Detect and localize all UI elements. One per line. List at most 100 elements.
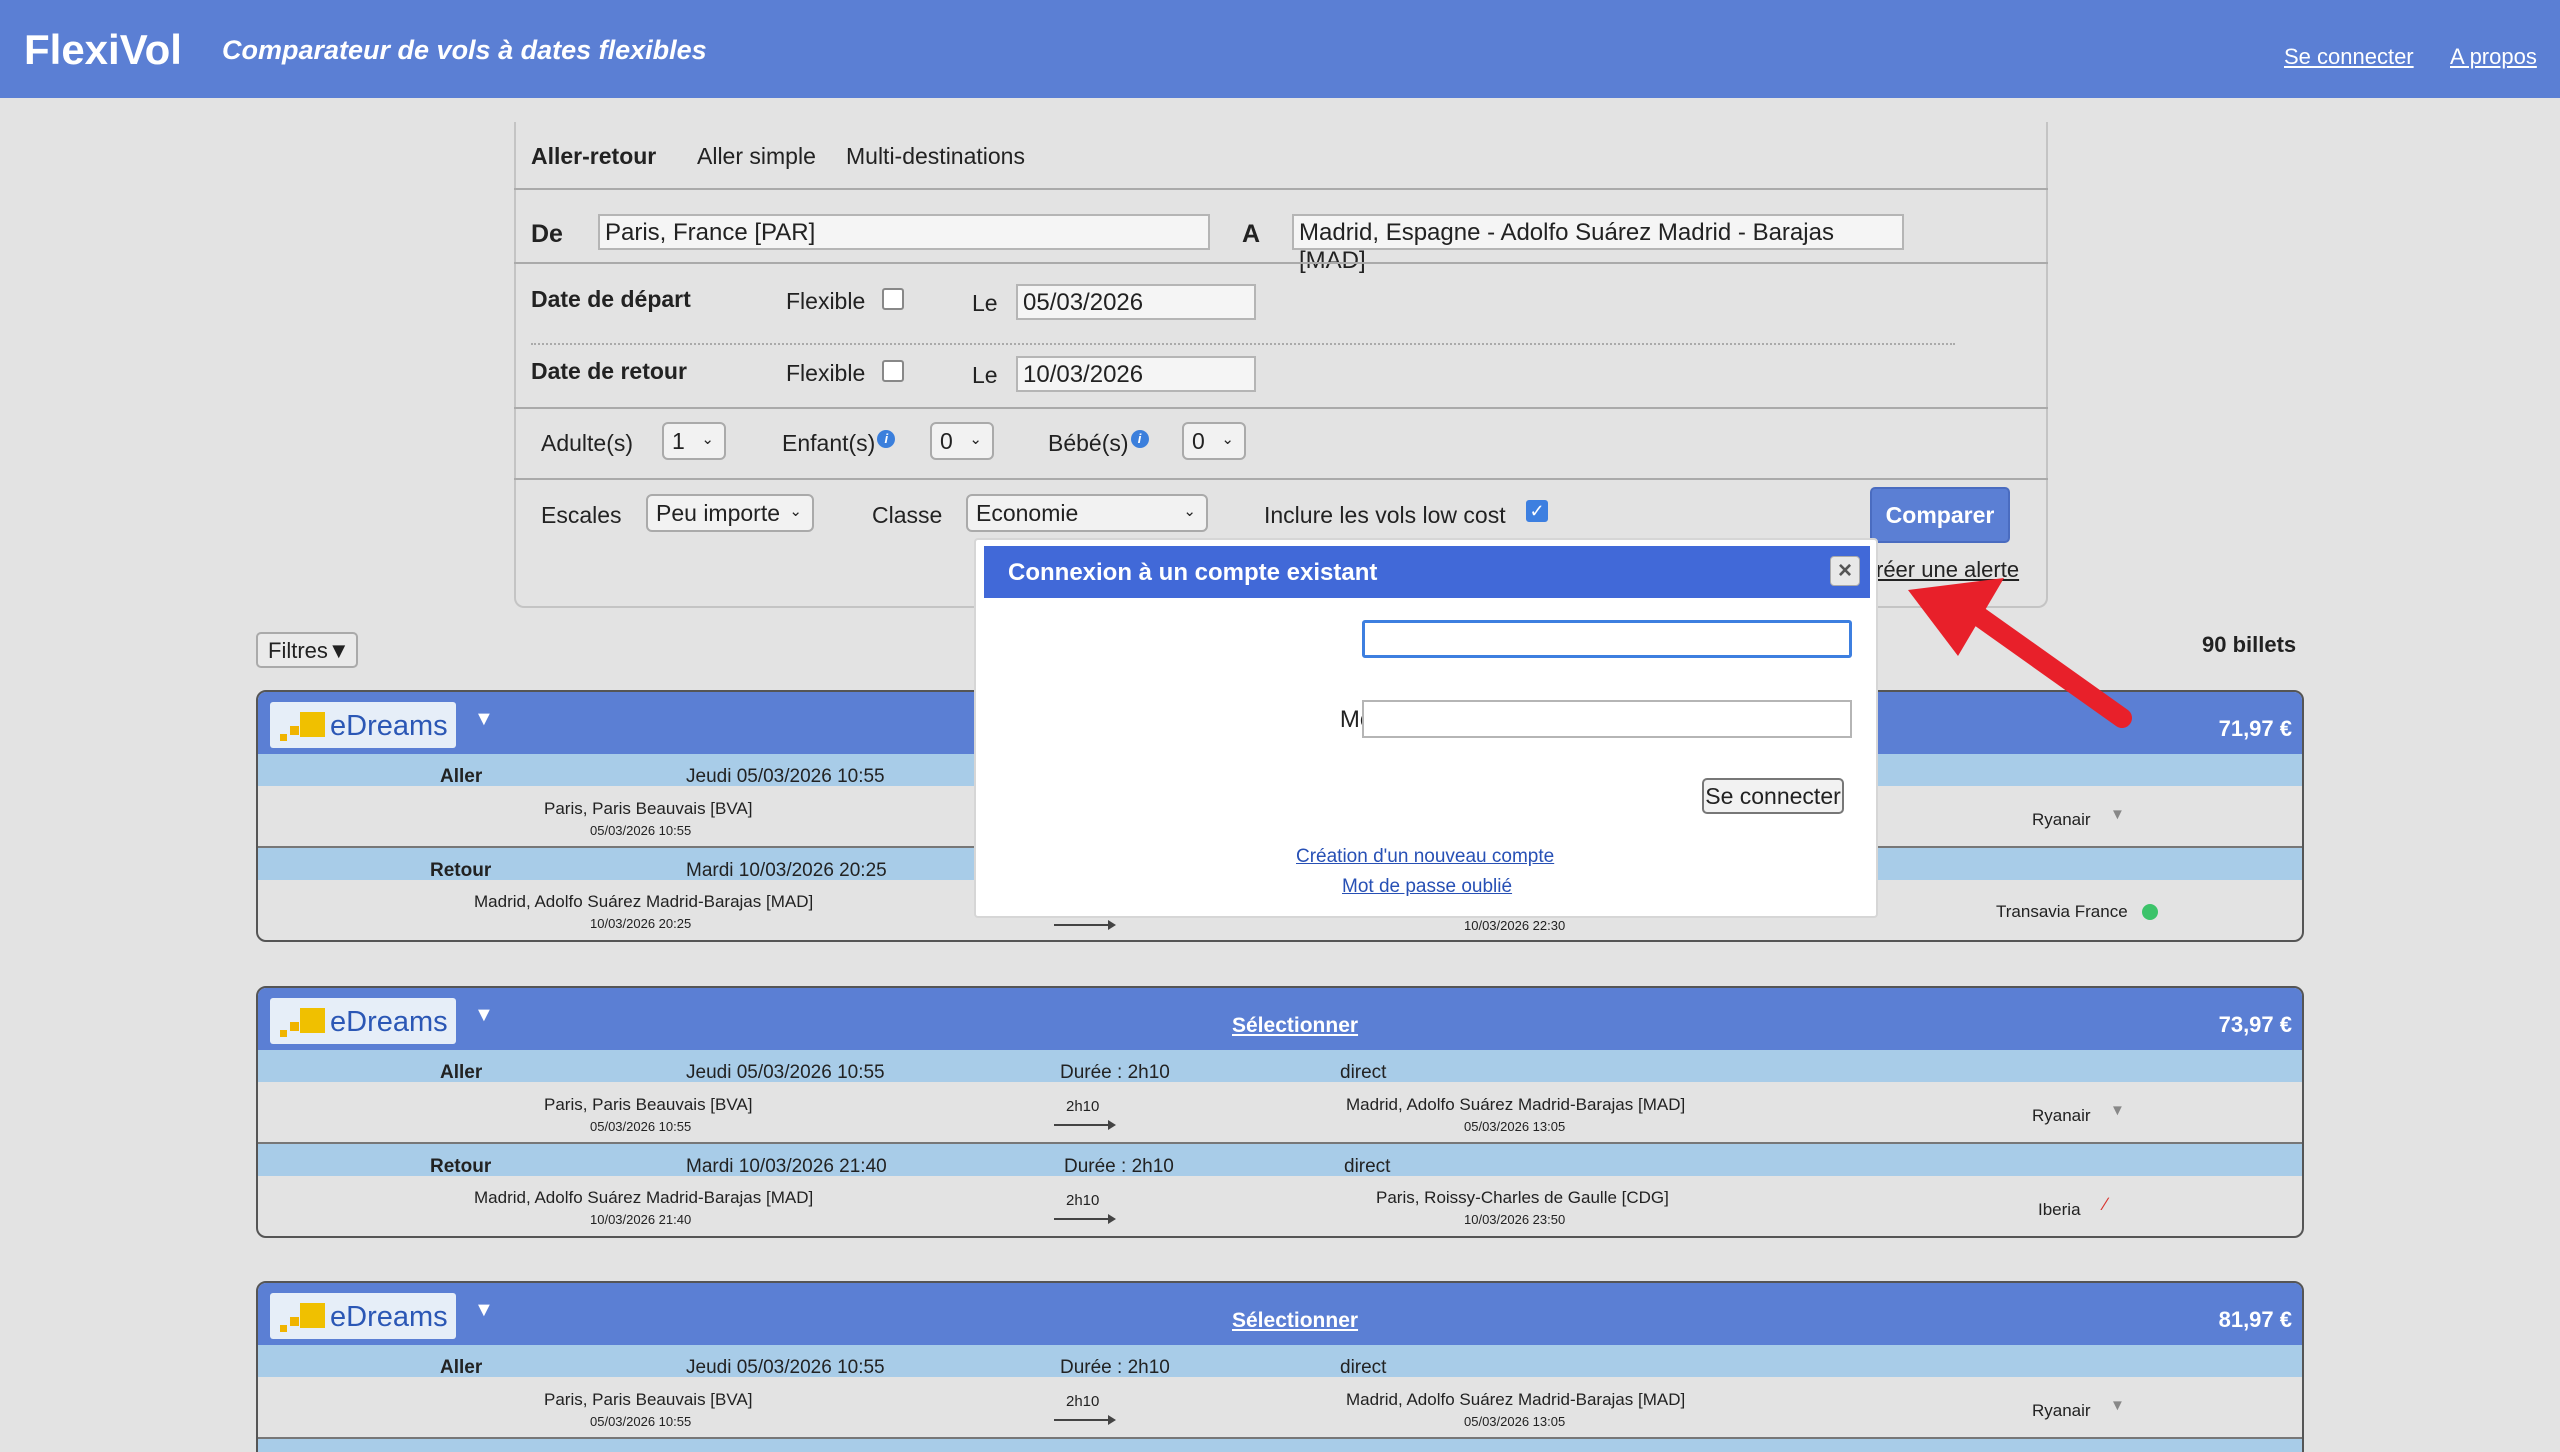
- airline-logo-icon: [2142, 904, 2158, 920]
- from-input[interactable]: Paris, France [PAR]: [598, 214, 1210, 250]
- return-to-time: 10/03/2026 22:30: [1464, 918, 1566, 933]
- flight-arrow-icon: [1054, 1120, 1116, 1130]
- price: 81,97 €: [2218, 1307, 2292, 1332]
- chevron-down-icon: ⌄: [1183, 503, 1196, 520]
- return-from-time: 10/03/2026 21:40: [590, 1212, 692, 1227]
- outbound-date: Jeudi 05/03/2026 10:55: [686, 766, 885, 787]
- divider: [514, 407, 2048, 409]
- flight-card: eDreams ▼ Sélectionner 73,97 € Aller Jeu…: [256, 986, 2304, 1238]
- site-logo[interactable]: FlexiVol: [24, 26, 182, 74]
- outbound-duration: Durée : 2h10: [1060, 1062, 1170, 1083]
- outbound-segment: [258, 1345, 2302, 1377]
- login-dialog: Connexion à un compte existant × e-Mail …: [974, 538, 1878, 918]
- class-select[interactable]: Economie ⌄: [966, 494, 1208, 532]
- login-link[interactable]: Se connecter: [2284, 44, 2414, 70]
- provider-name: eDreams: [330, 710, 448, 742]
- return-flexible-checkbox[interactable]: [882, 360, 904, 382]
- return-type: direct: [1344, 1156, 1391, 1177]
- babies-label: Bébé(s) i: [1048, 430, 1149, 457]
- outbound-airline: Ryanair: [2032, 1401, 2091, 1420]
- outbound-duration: Durée : 2h10: [1060, 1357, 1170, 1378]
- babies-value: 0: [1192, 428, 1205, 454]
- outbound-date: Jeudi 05/03/2026 10:55: [686, 1062, 885, 1083]
- tab-round-trip[interactable]: Aller-retour: [531, 143, 656, 170]
- outbound-to-time: 05/03/2026 13:05: [1464, 1119, 1566, 1134]
- children-value: 0: [940, 428, 953, 454]
- outbound-from: Paris, Paris Beauvais [BVA]: [544, 1390, 753, 1409]
- provider-logo[interactable]: eDreams: [270, 998, 456, 1044]
- return-duration: Durée : 2h10: [1064, 1156, 1174, 1177]
- chevron-down-icon: ⌄: [969, 431, 982, 448]
- flight-card: eDreams ▼ Sélectionner 81,97 € Aller Jeu…: [256, 1281, 2304, 1452]
- outbound-label: Aller: [440, 1062, 483, 1083]
- select-link[interactable]: Sélectionner: [1232, 1014, 1358, 1038]
- return-date-label: Date de retour: [531, 358, 687, 384]
- return-to-time: 10/03/2026 23:50: [1464, 1212, 1566, 1227]
- dialog-header: Connexion à un compte existant ×: [984, 546, 1870, 598]
- lowcost-label: Inclure les vols low cost: [1264, 502, 1506, 528]
- outbound-label: Aller: [440, 1357, 483, 1378]
- forgot-password-link[interactable]: Mot de passe oublié: [1342, 876, 1512, 898]
- from-label: De: [531, 220, 563, 248]
- outbound-duration-small: 2h10: [1066, 1393, 1100, 1410]
- info-icon[interactable]: i: [1130, 430, 1149, 448]
- outbound-type: direct: [1340, 1062, 1387, 1083]
- babies-select[interactable]: 0 ⌄: [1182, 422, 1246, 460]
- annotation-arrow-icon: [1908, 578, 2132, 728]
- return-le-label: Le: [972, 362, 998, 388]
- departure-flexible-checkbox[interactable]: [882, 288, 904, 310]
- adults-select[interactable]: 1 ⌄: [662, 422, 726, 460]
- compare-button[interactable]: Comparer: [1870, 487, 2010, 543]
- return-from: Madrid, Adolfo Suárez Madrid-Barajas [MA…: [474, 1188, 814, 1207]
- lowcost-checkbox[interactable]: ✓: [1526, 500, 1548, 522]
- flight-arrow-icon: [1054, 920, 1116, 930]
- return-from: Madrid, Adolfo Suárez Madrid-Barajas [MA…: [474, 892, 814, 911]
- provider-name: eDreams: [330, 1006, 448, 1038]
- about-link[interactable]: A propos: [2450, 44, 2537, 70]
- dialog-title: Connexion à un compte existant: [1008, 559, 1378, 586]
- departure-le-label: Le: [972, 290, 998, 316]
- card-header: eDreams ▼ Sélectionner 81,97 €: [258, 1283, 2302, 1345]
- select-link[interactable]: Sélectionner: [1232, 1309, 1358, 1333]
- top-bar: FlexiVol Comparateur de vols à dates fle…: [0, 0, 2560, 98]
- filters-button[interactable]: Filtres▼: [256, 632, 358, 668]
- login-submit-button[interactable]: Se connecter: [1702, 778, 1844, 814]
- email-field[interactable]: [1362, 620, 1852, 658]
- return-date: Mardi 10/03/2026 21:40: [686, 1156, 887, 1177]
- provider-logo[interactable]: eDreams: [270, 1293, 456, 1339]
- dotted-divider: [531, 343, 1955, 345]
- outbound-to: Madrid, Adolfo Suárez Madrid-Barajas [MA…: [1346, 1095, 1686, 1114]
- to-input[interactable]: Madrid, Espagne - Adolfo Suárez Madrid -…: [1292, 214, 1904, 274]
- outbound-from: Paris, Paris Beauvais [BVA]: [544, 799, 753, 818]
- expand-arrow-icon[interactable]: ▼: [474, 708, 494, 731]
- price: 73,97 €: [2218, 1012, 2292, 1037]
- tab-multi-destination[interactable]: Multi-destinations: [846, 143, 1025, 170]
- tab-one-way[interactable]: Aller simple: [697, 143, 816, 170]
- expand-arrow-icon[interactable]: ▼: [474, 1299, 494, 1322]
- return-segment: [258, 1144, 2302, 1176]
- provider-logo[interactable]: eDreams: [270, 702, 456, 748]
- outbound-to-time: 05/03/2026 13:05: [1464, 1414, 1566, 1429]
- expand-arrow-icon[interactable]: ▼: [474, 1004, 494, 1027]
- outbound-from-time: 05/03/2026 10:55: [590, 823, 692, 838]
- to-label: A: [1242, 220, 1261, 248]
- password-field[interactable]: [1362, 700, 1852, 738]
- create-account-link[interactable]: Création d'un nouveau compte: [1296, 846, 1554, 868]
- results-count: 90 billets: [2202, 632, 2297, 657]
- stops-select[interactable]: Peu importe ⌄: [646, 494, 814, 532]
- info-icon[interactable]: i: [877, 430, 896, 448]
- departure-date-input[interactable]: 05/03/2026: [1016, 284, 1256, 320]
- price: 71,97 €: [2218, 716, 2292, 741]
- outbound-from: Paris, Paris Beauvais [BVA]: [544, 1095, 753, 1114]
- outbound-type: direct: [1340, 1357, 1387, 1378]
- stops-value: Peu importe: [656, 500, 781, 526]
- children-label: Enfant(s) i: [782, 430, 896, 457]
- chevron-down-icon: ⌄: [701, 431, 714, 448]
- return-flexible-label: Flexible: [786, 360, 866, 386]
- close-icon[interactable]: ×: [1830, 556, 1860, 586]
- adults-value: 1: [672, 428, 685, 454]
- children-select[interactable]: 0 ⌄: [930, 422, 994, 460]
- return-to: Paris, Roissy-Charles de Gaulle [CDG]: [1376, 1188, 1669, 1207]
- return-date-input[interactable]: 10/03/2026: [1016, 356, 1256, 392]
- return-label: Retour: [430, 1156, 492, 1177]
